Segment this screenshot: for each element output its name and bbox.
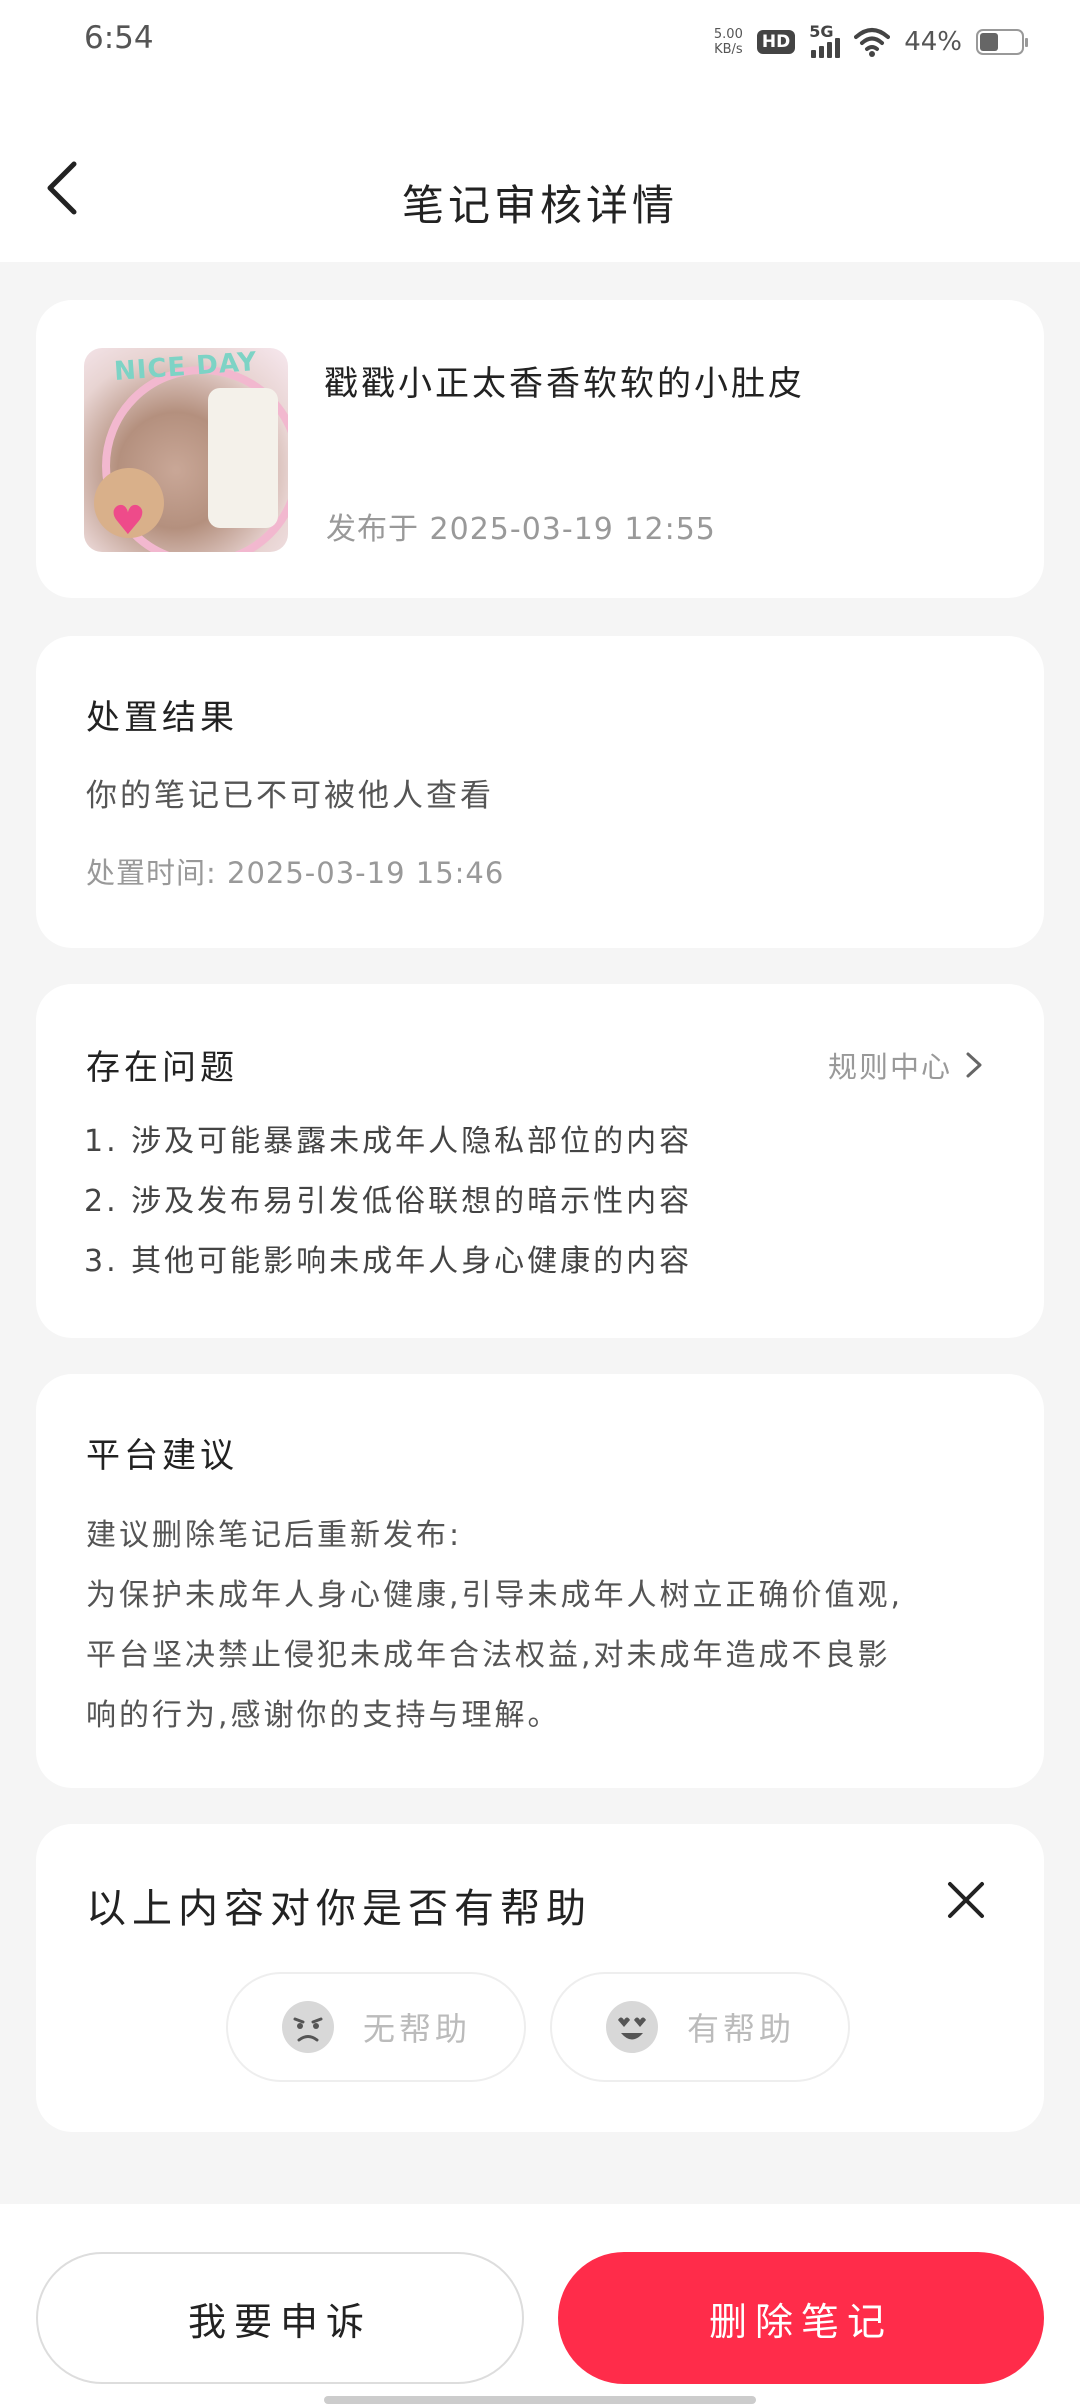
note-publish-time: 发布于 2025-03-19 12:55 xyxy=(326,512,716,547)
page-title: 笔记审核详情 xyxy=(401,181,678,230)
issues-card: 存在问题 规则中心 1. 涉及可能暴露未成年人隐私部位的内容 2. 涉及发布易引… xyxy=(36,984,1044,1338)
issues-heading: 存在问题 xyxy=(86,1048,238,1088)
delete-note-button[interactable]: 删除笔记 xyxy=(558,2252,1044,2384)
issue-item: 2. 涉及发布易引发低俗联想的暗示性内容 xyxy=(84,1184,693,1219)
feedback-question: 以上内容对你是否有帮助 xyxy=(86,1886,592,1932)
battery-percent: 44% xyxy=(904,27,962,57)
not-helpful-button[interactable]: 无帮助 xyxy=(226,1972,526,2082)
heart-eyes-face-icon xyxy=(605,2001,658,2053)
header: 笔记审核详情 xyxy=(0,90,1080,262)
advice-text: 建议删除笔记后重新发布: 为保护未成年人身心健康,引导未成年人树立正确价值观, … xyxy=(86,1506,1006,1746)
advice-line: 为保护未成年人身心健康,引导未成年人树立正确价值观, xyxy=(86,1578,904,1613)
not-helpful-label: 无帮助 xyxy=(362,2010,471,2048)
bottom-action-bar: 我要申诉 删除笔记 xyxy=(0,2204,1080,2408)
result-heading: 处置结果 xyxy=(86,698,238,738)
net-speed: 5.00 KB/s xyxy=(714,27,743,57)
status-bar: 6:54 5.00 KB/s HD 5G 44% xyxy=(0,0,1080,90)
issues-list: 1. 涉及可能暴露未成年人隐私部位的内容 2. 涉及发布易引发低俗联想的暗示性内… xyxy=(84,1112,692,1292)
net-speed-value: 5.00 xyxy=(713,27,743,42)
issue-item: 1. 涉及可能暴露未成年人隐私部位的内容 xyxy=(84,1124,693,1159)
note-title: 戳戳小正太香香软软的小肚皮 xyxy=(324,364,805,404)
wifi-icon xyxy=(854,28,891,57)
status-time: 6:54 xyxy=(84,20,154,56)
home-indicator[interactable] xyxy=(324,2396,756,2404)
advice-card: 平台建议 建议删除笔记后重新发布: 为保护未成年人身心健康,引导未成年人树立正确… xyxy=(36,1374,1044,1788)
advice-heading: 平台建议 xyxy=(86,1436,238,1476)
feedback-card: 以上内容对你是否有帮助 无帮助 有帮助 xyxy=(36,1824,1044,2132)
advice-line: 响的行为,感谢你的支持与理解。 xyxy=(86,1698,561,1733)
helpful-button[interactable]: 有帮助 xyxy=(550,1972,850,2082)
net-speed-unit: KB/s xyxy=(714,42,743,57)
advice-line: 建议删除笔记后重新发布: xyxy=(86,1518,463,1553)
helpful-label: 有帮助 xyxy=(686,2010,795,2048)
rules-center-link[interactable]: 规则中心 xyxy=(828,1044,984,1086)
chevron-right-icon xyxy=(966,1052,982,1078)
issue-item: 3. 其他可能影响未成年人身心健康的内容 xyxy=(84,1244,693,1279)
result-time: 处置时间: 2025-03-19 15:46 xyxy=(86,856,505,890)
heart-icon: ♥ xyxy=(110,498,146,544)
battery-icon xyxy=(976,29,1028,55)
status-indicators: 5.00 KB/s HD 5G 44% xyxy=(714,22,1028,62)
result-status: 你的笔记已不可被他人查看 xyxy=(86,778,494,814)
sad-face-icon xyxy=(281,2001,334,2053)
appeal-button[interactable]: 我要申诉 xyxy=(36,2252,524,2384)
note-card[interactable]: ♥ NICE DAY 戳戳小正太香香软软的小肚皮 发布于 2025-03-19 … xyxy=(36,300,1044,598)
advice-line: 平台坚决禁止侵犯未成年合法权益,对未成年造成不良影 xyxy=(86,1638,891,1673)
network-type: 5G xyxy=(809,22,834,41)
close-icon xyxy=(948,1882,984,1918)
result-card: 处置结果 你的笔记已不可被他人查看 处置时间: 2025-03-19 15:46 xyxy=(36,636,1044,948)
rules-center-label: 规则中心 xyxy=(827,1050,952,1084)
hd-icon: HD xyxy=(756,30,796,54)
cellular-signal-icon: 5G xyxy=(809,22,841,58)
close-button[interactable] xyxy=(944,1878,988,1922)
note-thumbnail[interactable]: ♥ NICE DAY xyxy=(84,348,288,552)
